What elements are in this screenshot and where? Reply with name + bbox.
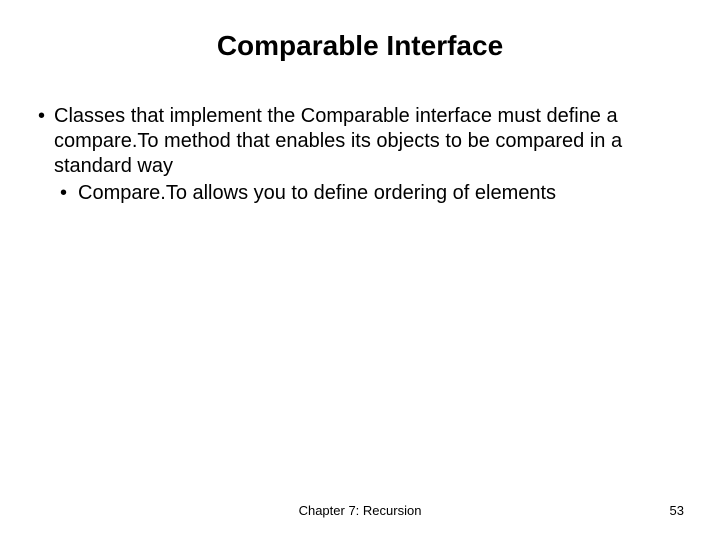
bullet-icon: • (60, 181, 78, 206)
bullet-text: Classes that implement the Comparable in… (54, 104, 684, 179)
footer-center: Chapter 7: Recursion (0, 503, 720, 518)
bullet-text: Compare.To allows you to define ordering… (78, 181, 684, 206)
slide-body: • Classes that implement the Comparable … (36, 104, 684, 206)
slide-title: Comparable Interface (36, 30, 684, 62)
slide: Comparable Interface • Classes that impl… (0, 0, 720, 540)
bullet-level-1: • Classes that implement the Comparable … (36, 104, 684, 179)
bullet-level-2: • Compare.To allows you to define orderi… (60, 181, 684, 206)
bullet-icon: • (36, 104, 54, 129)
page-number: 53 (670, 503, 684, 518)
